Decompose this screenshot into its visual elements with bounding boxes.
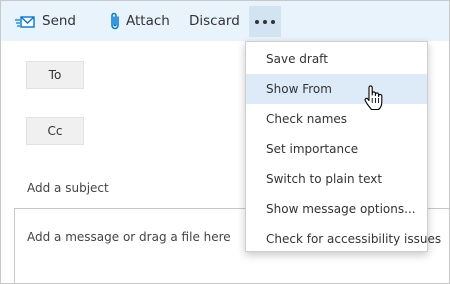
- menu-item-check-accessibility[interactable]: Check for accessibility issues: [246, 224, 441, 254]
- send-button[interactable]: Send: [15, 1, 76, 41]
- send-label: Send: [42, 13, 77, 29]
- more-options-button[interactable]: [249, 6, 281, 37]
- more-options-menu: Save draft Show From Check names Set imp…: [245, 41, 441, 254]
- to-label: To: [48, 68, 62, 82]
- menu-item-switch-plain-text[interactable]: Switch to plain text: [246, 164, 427, 194]
- attach-label: Attach: [126, 13, 170, 29]
- menu-item-show-message-options[interactable]: Show message options...: [246, 194, 427, 224]
- compose-window: Send Attach Discard To Cc Add a subject …: [0, 0, 450, 284]
- menu-item-save-draft[interactable]: Save draft: [246, 44, 427, 74]
- menu-item-show-from[interactable]: Show From: [246, 74, 427, 104]
- message-body-placeholder: Add a message or drag a file here: [27, 230, 231, 244]
- paperclip-icon: [109, 11, 121, 31]
- attach-button[interactable]: Attach: [109, 1, 170, 41]
- to-button[interactable]: To: [26, 61, 84, 89]
- send-icon: [15, 13, 35, 29]
- compose-toolbar: Send Attach Discard: [1, 1, 449, 41]
- cc-button[interactable]: Cc: [26, 117, 84, 145]
- discard-label: Discard: [189, 13, 240, 29]
- ellipsis-icon: [253, 19, 277, 24]
- cc-label: Cc: [47, 124, 63, 138]
- hand-pointer-cursor-icon: [364, 85, 384, 111]
- menu-item-check-names[interactable]: Check names: [246, 104, 427, 134]
- discard-button[interactable]: Discard: [189, 1, 240, 41]
- menu-item-set-importance[interactable]: Set importance: [246, 134, 427, 164]
- subject-field[interactable]: Add a subject: [27, 181, 109, 195]
